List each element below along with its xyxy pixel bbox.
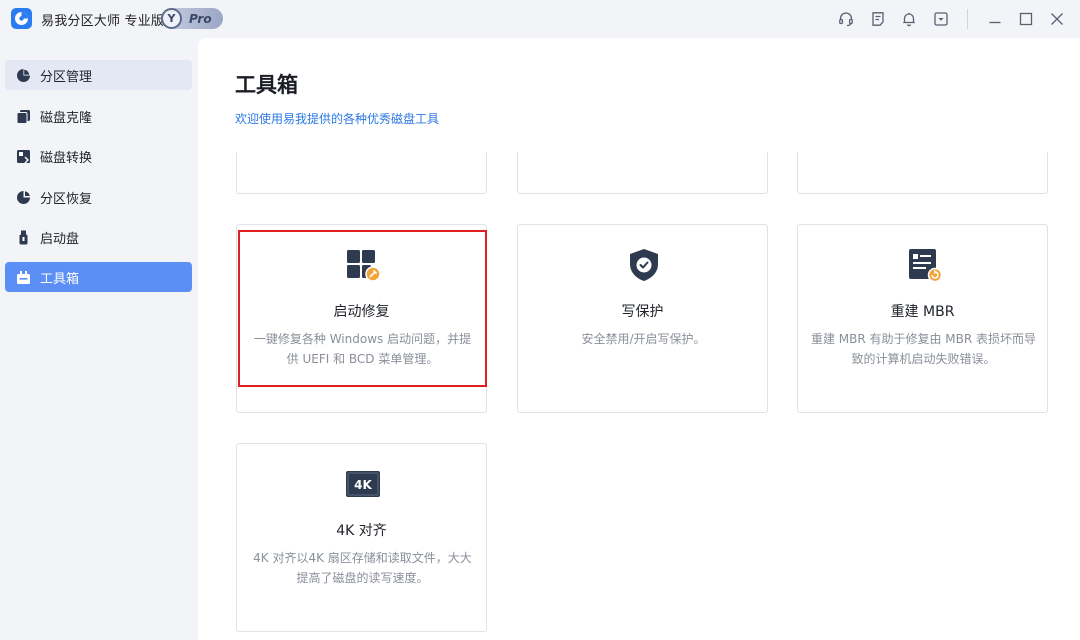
- disk-clone-icon: [15, 108, 31, 124]
- disk-convert-icon: [15, 148, 31, 164]
- notes-icon[interactable]: [868, 9, 888, 29]
- card-description: 4K 对齐以4K 扇区存储和读取文件，大大提高了磁盘的读写速度。: [253, 551, 472, 585]
- pie-chart-icon: [15, 67, 31, 83]
- card-title: 重建 MBR: [890, 304, 955, 320]
- pro-badge-text: Pro: [189, 11, 212, 26]
- page-title: 工具箱: [235, 73, 298, 97]
- pro-badge: Y Pro: [161, 8, 223, 29]
- toolbox-icon: [15, 269, 31, 285]
- sidebar: 分区管理 磁盘克隆 磁盘转换 分区恢复 启动盘 工具箱: [0, 38, 198, 640]
- sidebar-item-label: 磁盘转换: [40, 150, 93, 166]
- card-title: 4K 对齐: [336, 523, 387, 539]
- dropdown-menu-icon[interactable]: [931, 9, 951, 29]
- tool-card-hidden-2[interactable]: [517, 152, 768, 194]
- app-logo-icon: [11, 8, 32, 29]
- 4k-align-icon: 4K: [345, 466, 381, 502]
- sidebar-item-toolbox[interactable]: 工具箱: [5, 262, 192, 292]
- tool-card-4k-align[interactable]: 4K 4K 对齐 4K 对齐以4K 扇区存储和读取文件，大大提高了磁盘的读写速度…: [236, 443, 487, 632]
- sidebar-item-label: 启动盘: [40, 231, 80, 247]
- tool-card-rebuild-mbr[interactable]: 重建 MBR 重建 MBR 有助于修复由 MBR 表损坏而导致的计算机启动失败错…: [797, 224, 1048, 413]
- tool-card-hidden-3[interactable]: [797, 152, 1048, 194]
- sidebar-item-partition-recover[interactable]: 分区恢复: [5, 182, 192, 212]
- sidebar-item-label: 工具箱: [40, 271, 80, 287]
- page-subtitle: 欢迎使用易我提供的各种优秀磁盘工具: [235, 112, 440, 126]
- maximize-icon[interactable]: [1016, 9, 1036, 29]
- minimize-icon[interactable]: [985, 9, 1005, 29]
- card-title: 写保护: [621, 304, 664, 320]
- usb-drive-icon: [15, 229, 31, 245]
- close-icon[interactable]: [1047, 9, 1067, 29]
- headset-icon[interactable]: [836, 9, 856, 29]
- partition-recover-icon: [15, 189, 31, 205]
- sidebar-item-label: 分区恢复: [40, 191, 93, 207]
- sidebar-item-partition-manage[interactable]: 分区管理: [5, 60, 192, 90]
- sidebar-item-disk-convert[interactable]: 磁盘转换: [5, 141, 192, 171]
- title-bar: 易我分区大师 专业版 Y Pro: [0, 0, 1080, 38]
- bell-icon[interactable]: [899, 9, 919, 29]
- sidebar-item-label: 分区管理: [40, 69, 93, 85]
- main-panel: 工具箱 欢迎使用易我提供的各种优秀磁盘工具 启动修复 一键修复各种 Window…: [198, 38, 1080, 640]
- sidebar-item-disk-clone[interactable]: 磁盘克隆: [5, 101, 192, 131]
- 4k-icon-label: 4K: [354, 478, 372, 492]
- app-title: 易我分区大师 专业版: [41, 14, 165, 29]
- sidebar-item-label: 磁盘克隆: [40, 110, 93, 126]
- tool-card-write-protect[interactable]: 写保护 安全禁用/开启写保护。: [517, 224, 768, 413]
- card-description: 重建 MBR 有助于修复由 MBR 表损坏而导致的计算机启动失败错误。: [810, 332, 1037, 366]
- sidebar-item-boot-disk[interactable]: 启动盘: [5, 222, 192, 252]
- pro-badge-letter: Y: [161, 8, 182, 29]
- highlight-annotation: [238, 230, 487, 387]
- titlebar-divider: [967, 9, 968, 29]
- tool-card-hidden-1[interactable]: [236, 152, 487, 194]
- card-description: 安全禁用/开启写保护。: [581, 332, 706, 346]
- rebuild-mbr-icon: [906, 247, 943, 283]
- shield-check-icon: [626, 247, 662, 283]
